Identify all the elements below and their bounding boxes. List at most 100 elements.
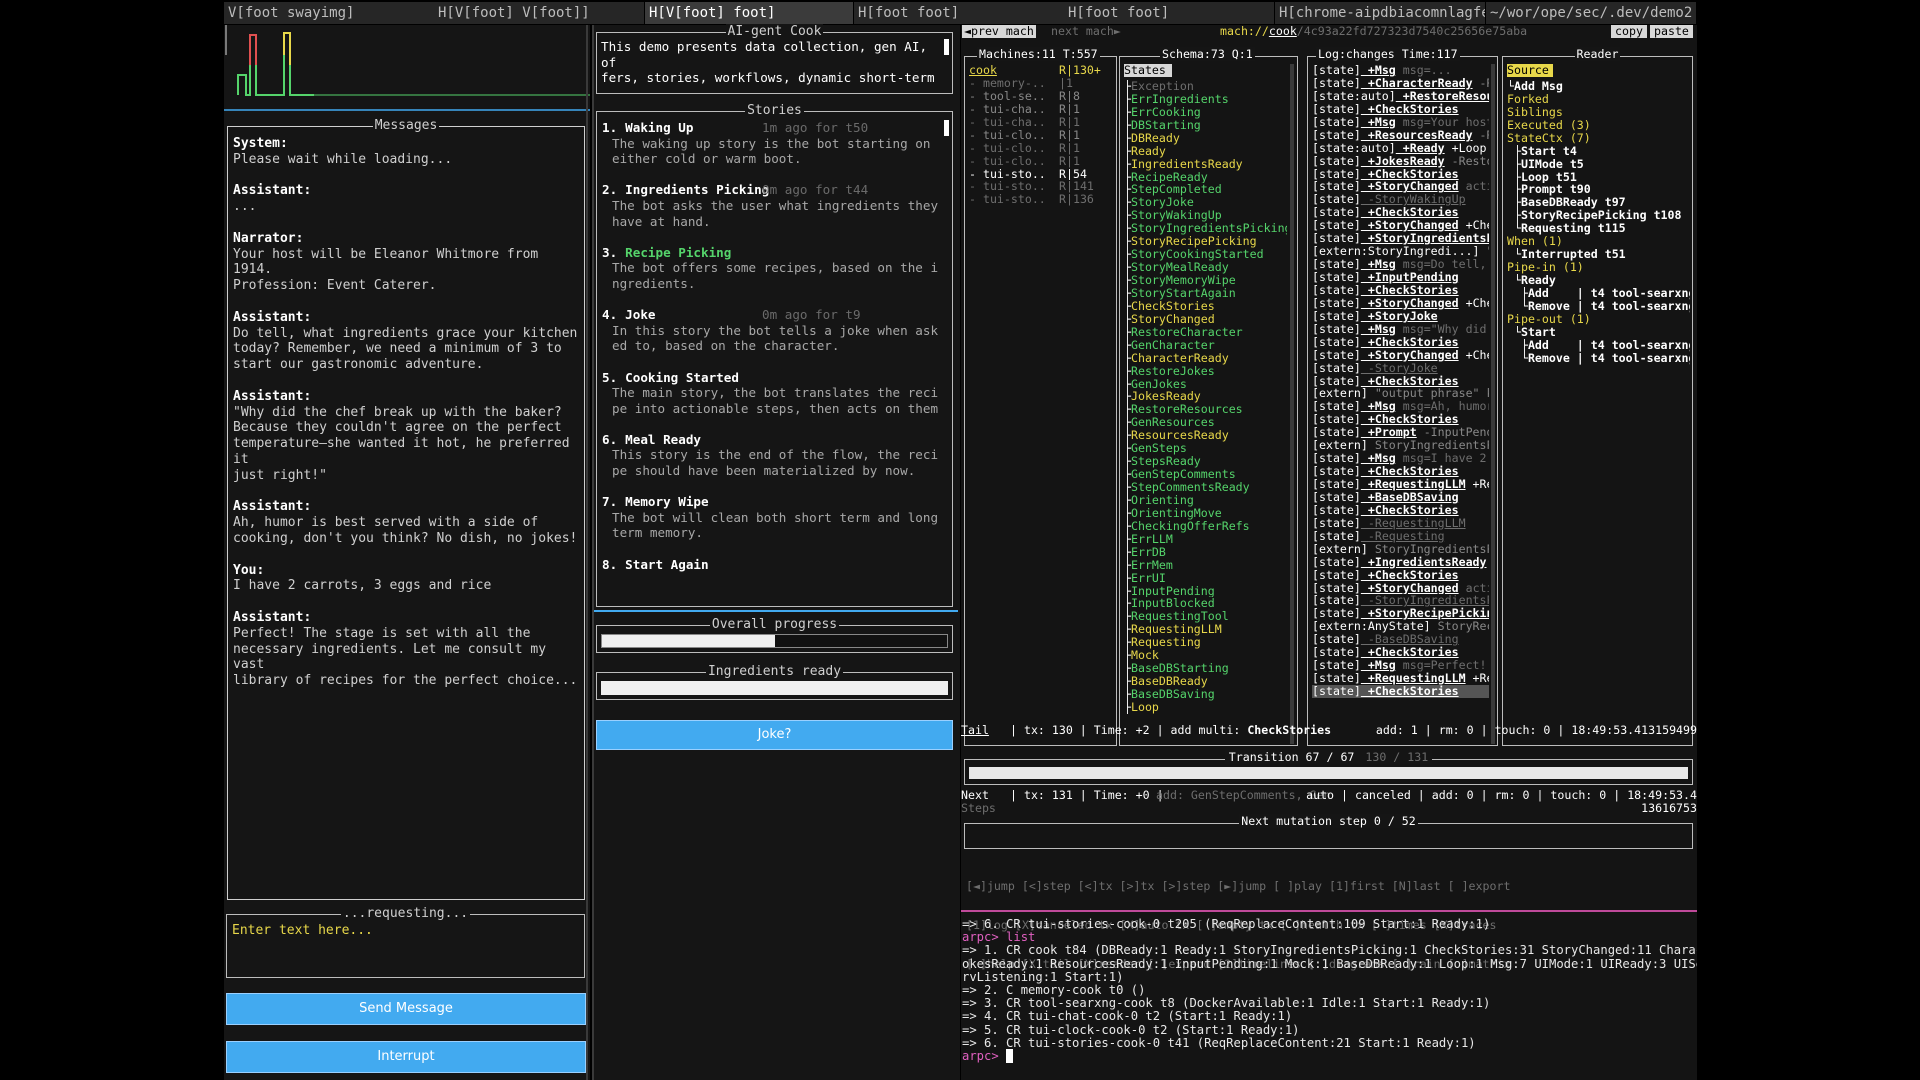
tab-1[interactable]: V[foot swayimg] bbox=[224, 2, 434, 24]
schema-state[interactable]: ├GenSteps bbox=[1124, 442, 1287, 455]
schema-state[interactable]: ├IngredientsReady bbox=[1124, 158, 1287, 171]
machine-item[interactable]: - tui-sto.. R|54 bbox=[969, 168, 1114, 181]
log-entry[interactable]: [state] +CheckStories bbox=[1312, 504, 1489, 517]
schema-state[interactable]: ├StoryMealReady bbox=[1124, 261, 1287, 274]
log-entry[interactable]: [state] +StoryChanged +Chec bbox=[1312, 297, 1489, 310]
schema-state[interactable]: ├Orienting bbox=[1124, 494, 1287, 507]
log-entry[interactable]: [extern] "output phrase" ke bbox=[1312, 387, 1489, 400]
log-entry[interactable]: [state] +CheckStories bbox=[1312, 569, 1489, 582]
schema-state[interactable]: ├BaseDBReady bbox=[1124, 675, 1287, 688]
reader-item[interactable]: └Interrupted t51 bbox=[1507, 248, 1690, 261]
machine-item[interactable]: cook R|130+ bbox=[969, 64, 1114, 77]
story-item[interactable]: 5. Cooking Started The main story, the bot… bbox=[602, 370, 940, 417]
copy-button[interactable]: copy bbox=[1611, 25, 1647, 38]
schema-state[interactable]: ├ErrUI bbox=[1124, 572, 1287, 585]
machine-item[interactable]: - tool-se.. R|8 bbox=[969, 90, 1114, 103]
log-entry[interactable]: [state] +ResourcesReady -Re bbox=[1312, 129, 1489, 142]
toolbar-row-1[interactable]: [◄]jump [<]step [<]tx [>]tx [>]step [►]j… bbox=[966, 880, 1510, 893]
reader-item[interactable]: ├Add | t4 tool-searxng bbox=[1507, 339, 1690, 352]
schema-state[interactable]: ├RestoreJokes bbox=[1124, 365, 1287, 378]
schema-state[interactable]: ├Exception bbox=[1124, 80, 1287, 93]
log-entry[interactable]: [state] +Msg msg=Ah, humor bbox=[1312, 400, 1489, 413]
tab-2[interactable]: H[V[foot] V[foot]] bbox=[434, 2, 644, 24]
schema-state[interactable]: ├BaseDBSaving bbox=[1124, 688, 1287, 701]
reader-item[interactable]: ├UIMode t5 bbox=[1507, 158, 1690, 171]
log-entry[interactable]: [state] +StoryChanged activ bbox=[1312, 180, 1489, 193]
schema-state[interactable]: ├ErrIngredients bbox=[1124, 93, 1287, 106]
schema-state[interactable]: ├DBReady bbox=[1124, 132, 1287, 145]
log-entry[interactable]: [state] -StoryIngredientsPi bbox=[1312, 594, 1489, 607]
log-entry[interactable]: [state] +StoryJoke bbox=[1312, 310, 1489, 323]
story-item[interactable]: 4. Joke 0m ago for t9 In this story the bot… bbox=[602, 307, 940, 354]
log-entry[interactable]: [state] +RequestingLLM +Req bbox=[1312, 478, 1489, 491]
reader-item[interactable]: └Remove | t4 tool-searxng bbox=[1507, 352, 1690, 365]
reader-item[interactable]: Pipe-in (1) bbox=[1507, 261, 1690, 274]
machine-item[interactable]: - memory-.. |1 bbox=[969, 77, 1114, 90]
machine-item[interactable]: - tui-sto.. R|141 bbox=[969, 180, 1114, 193]
reader-item[interactable]: Executed (3) bbox=[1507, 119, 1690, 132]
reader-item[interactable]: ├StoryRecipePicking t108 bbox=[1507, 209, 1690, 222]
schema-state[interactable]: ├GenStepComments bbox=[1124, 468, 1287, 481]
log-entry[interactable]: [state] +CheckStories bbox=[1312, 375, 1489, 388]
log-entry[interactable]: [extern:AnyState] StoryRec bbox=[1312, 620, 1489, 633]
log-entry[interactable]: [state] +StoryIngredientsPi bbox=[1312, 232, 1489, 245]
log-entry[interactable]: [state] +CheckStories bbox=[1312, 103, 1489, 116]
log-entry[interactable]: [state] -BaseDBSaving bbox=[1312, 633, 1489, 646]
log-entry[interactable]: [state] +Msg msg="Why did t bbox=[1312, 323, 1489, 336]
reader-item[interactable]: └Start bbox=[1507, 326, 1690, 339]
log-entry[interactable]: [state:auto] +Ready +Loop bbox=[1312, 142, 1489, 155]
schema-state[interactable]: ├BaseDBStarting bbox=[1124, 662, 1287, 675]
reader-item[interactable]: └Remove | t4 tool-searxng bbox=[1507, 300, 1690, 313]
log-entry[interactable]: [state] +StoryRecipePicking bbox=[1312, 607, 1489, 620]
machine-item[interactable]: - tui-cha.. R|1 bbox=[969, 103, 1114, 116]
log-entry[interactable]: [state] +CharacterReady -Re bbox=[1312, 77, 1489, 90]
reader-item[interactable]: ├Loop t51 bbox=[1507, 171, 1690, 184]
schema-state[interactable]: ├Loop bbox=[1124, 701, 1287, 714]
schema-state[interactable]: ├DBStarting bbox=[1124, 119, 1287, 132]
schema-state[interactable]: ├RestoreResources bbox=[1124, 403, 1287, 416]
schema-scrollbar[interactable] bbox=[1290, 64, 1294, 744]
reader-item[interactable]: StateCtx (7) bbox=[1507, 132, 1690, 145]
story-item[interactable]: 3. Recipe Picking The bot offers some reci… bbox=[602, 245, 940, 292]
schema-state[interactable]: ├RecipeReady bbox=[1124, 171, 1287, 184]
aigent-scrollbar[interactable] bbox=[944, 39, 949, 55]
schema-state[interactable]: ├ErrCooking bbox=[1124, 106, 1287, 119]
log-entry[interactable]: [state] -StoryWakingUp bbox=[1312, 193, 1489, 206]
schema-state[interactable]: ├CharacterReady bbox=[1124, 352, 1287, 365]
next-mach-button[interactable]: next mach► bbox=[1051, 25, 1121, 38]
tab-7[interactable]: ~/wor/ope/sec/.dev/demo2 bbox=[1486, 2, 1696, 24]
log-entry[interactable]: [state] +CheckStories bbox=[1312, 685, 1489, 698]
machine-item[interactable]: - tui-clo.. R|1 bbox=[969, 142, 1114, 155]
arpc-terminal[interactable]: => 6. CR tui-stories-cook-0 t205 (ReqRep… bbox=[962, 918, 1697, 1078]
schema-state[interactable]: ├ErrLLM bbox=[1124, 533, 1287, 546]
log-entry[interactable]: [state] -StoryJoke bbox=[1312, 362, 1489, 375]
send-message-button[interactable]: Send Message bbox=[226, 993, 586, 1025]
schema-state[interactable]: ├OrientingMove bbox=[1124, 507, 1287, 520]
schema-state[interactable]: ├InputBlocked bbox=[1124, 597, 1287, 610]
log-entry[interactable]: [state] +CheckStories bbox=[1312, 336, 1489, 349]
log-entry[interactable]: [state:auto] +RestoreResour bbox=[1312, 90, 1489, 103]
schema-state[interactable]: ├GenResources bbox=[1124, 416, 1287, 429]
machine-item[interactable]: - tui-cha.. R|1 bbox=[969, 116, 1114, 129]
schema-state[interactable]: ├StoryRecipePicking bbox=[1124, 235, 1287, 248]
story-item[interactable]: 7. Memory Wipe The bot will clean both sho… bbox=[602, 494, 940, 541]
log-entry[interactable]: [state] +CheckStories bbox=[1312, 168, 1489, 181]
stories-scrollbar[interactable] bbox=[944, 120, 949, 136]
interrupt-button[interactable]: Interrupt bbox=[226, 1041, 586, 1073]
reader-item[interactable]: └Requesting t115 bbox=[1507, 222, 1690, 235]
schema-state[interactable]: ├RestoreCharacter bbox=[1124, 326, 1287, 339]
log-entry[interactable]: [state] +Msg msg=Your host bbox=[1312, 116, 1489, 129]
log-entry[interactable]: [state] +CheckStories bbox=[1312, 413, 1489, 426]
schema-state[interactable]: ├JokesReady bbox=[1124, 390, 1287, 403]
reader-item[interactable]: Siblings bbox=[1507, 106, 1690, 119]
reader-item[interactable]: ├Add | t4 tool-searxng bbox=[1507, 287, 1690, 300]
schema-state[interactable]: ├RequestingTool bbox=[1124, 610, 1287, 623]
story-item[interactable]: 1. Waking Up 1m ago for t50 The waking up s… bbox=[602, 120, 940, 167]
schema-state[interactable]: ├StoryMemoryWipe bbox=[1124, 274, 1287, 287]
log-entry[interactable]: [state] +JokesReady -Restor bbox=[1312, 155, 1489, 168]
schema-state[interactable]: ├ResourcesReady bbox=[1124, 429, 1287, 442]
log-entry[interactable]: [state] +RequestingLLM +Req bbox=[1312, 672, 1489, 685]
log-entry[interactable]: [state] -RequestingLLM bbox=[1312, 517, 1489, 530]
tab-3-active[interactable]: H[V[foot] foot] bbox=[645, 2, 853, 24]
log-entry[interactable]: [state] +StoryChanged +Chec bbox=[1312, 349, 1489, 362]
